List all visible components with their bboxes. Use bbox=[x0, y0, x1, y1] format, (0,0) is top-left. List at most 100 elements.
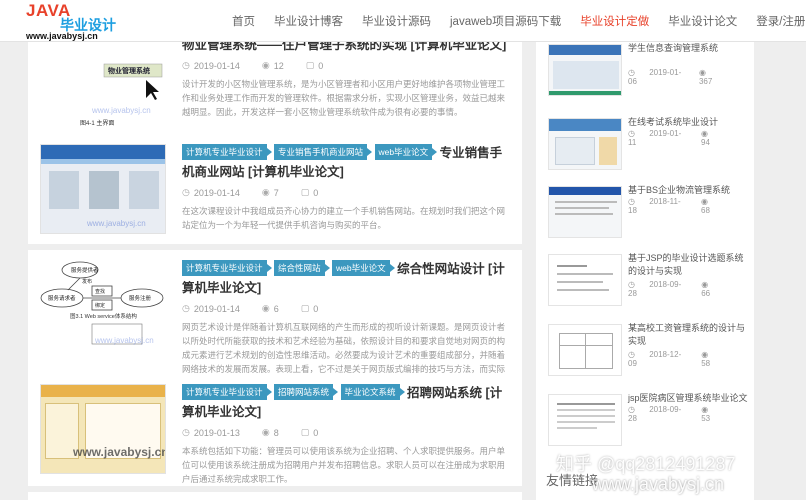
eye-icon: ◉ bbox=[701, 280, 709, 289]
sidebar-item-meta: ◷ 2018-09-28 ◉ 66 bbox=[628, 280, 748, 298]
article-thumbnail[interactable]: 服务提供者 服务请求者 服务注册 查找 绑定 发布 图3.1 Web servi… bbox=[40, 260, 166, 350]
site-logo[interactable]: JAVA 毕业设计 www.javabysj.cn bbox=[26, 1, 146, 41]
thumb-site-header bbox=[41, 385, 165, 397]
article-excerpt: 设计开发的小区物业管理系统，是为小区管理者和小区用户更好地维护各项物业管理工作和… bbox=[182, 79, 506, 117]
article-title-row: 计算机专业毕业设计 专业销售手机商业网站 web毕业论文 专业销售手机商业网站 … bbox=[182, 144, 510, 182]
article-views: 12 bbox=[273, 60, 284, 71]
sidebar-thumbnail bbox=[548, 186, 622, 238]
clock-icon: ◷ bbox=[182, 427, 190, 437]
article-comments: 0 bbox=[313, 303, 319, 314]
sidebar-item-title[interactable]: 基于BS企业物流管理系统 bbox=[628, 184, 752, 197]
sidebar-item-title[interactable]: 某高校工资管理系统的设计与实现 bbox=[628, 322, 752, 348]
diagram-label: 发布 bbox=[82, 279, 93, 285]
article-date: 2019-01-14 bbox=[193, 60, 240, 71]
article-meta: ◷ 2019-01-14 ◉ 7 ▢ 0 bbox=[182, 187, 510, 198]
clock-icon: ◷ bbox=[628, 350, 638, 359]
diagram-label: 服务请求者 bbox=[48, 296, 76, 302]
sidebar-item[interactable]: 在线考试系统毕业设计 ◷ 2019-01-11 ◉ 94 bbox=[548, 114, 748, 176]
article-tag[interactable]: 毕业论文系统 bbox=[340, 384, 405, 400]
sidebar-item-meta: ◷ 2018-11-18 ◉ 68 bbox=[628, 197, 748, 215]
sidebar-item-views: 66 bbox=[701, 289, 711, 298]
eye-icon: ◉ bbox=[701, 350, 709, 359]
article-tag[interactable]: 计算机专业毕业设计 bbox=[182, 260, 272, 276]
thumb-caption: 图3.1 Web service体系结构 bbox=[70, 314, 137, 320]
sidebar-popular: 学生信息查询管理系统 ◷ 2019-01-06 ◉ 367 在线考试系统毕业设计… bbox=[536, 30, 754, 500]
article-thumbnail[interactable]: www.javabysj.cn bbox=[40, 144, 166, 234]
clock-icon: ◷ bbox=[628, 197, 638, 206]
article-tag[interactable]: 计算机专业毕业设计 bbox=[182, 384, 272, 400]
comment-icon: ▢ bbox=[300, 187, 310, 197]
article-date: 2019-01-14 bbox=[193, 187, 240, 198]
eye-icon: ◉ bbox=[698, 68, 706, 77]
article-comments: 0 bbox=[318, 60, 324, 71]
sidebar-item[interactable]: jsp医院病区管理系统毕业论文 ◷ 2018-09-28 ◉ 53 bbox=[548, 390, 748, 452]
sidebar-item-views: 68 bbox=[701, 206, 710, 215]
sidebar-item[interactable]: 某高校工资管理系统的设计与实现 ◷ 2018-12-09 ◉ 58 bbox=[548, 320, 748, 382]
article-body: 计算机专业毕业设计 专业销售手机商业网站 web毕业论文 专业销售手机商业网站 … bbox=[182, 144, 510, 232]
eye-icon: ◉ bbox=[701, 197, 709, 206]
sidebar-item-meta: ◷ 2019-01-11 ◉ 94 bbox=[628, 129, 748, 147]
article-card-next bbox=[28, 492, 522, 500]
thumb-product-c bbox=[129, 171, 159, 209]
article-tag[interactable]: web毕业论文 bbox=[374, 144, 437, 160]
sidebar-item-title[interactable]: 基于JSP的毕业设计选题系统的设计与实现 bbox=[628, 252, 752, 278]
nav-javaweb-download[interactable]: javaweb项目源码下载 bbox=[450, 13, 561, 29]
article-date: 2019-01-14 bbox=[193, 303, 240, 314]
clock-icon: ◷ bbox=[628, 280, 638, 289]
sidebar-thumbnail bbox=[548, 394, 622, 446]
sidebar-thumbnail bbox=[548, 118, 622, 170]
nav-home[interactable]: 首页 bbox=[232, 13, 255, 29]
article-date: 2019-01-13 bbox=[193, 427, 240, 438]
nav-source[interactable]: 毕业设计源码 bbox=[362, 13, 431, 29]
article-title-row: 计算机专业毕业设计 招聘网站系统 毕业论文系统 招聘网站系统 [计算机毕业论文] bbox=[182, 384, 510, 422]
article-views: 8 bbox=[273, 427, 279, 438]
sidebar-item[interactable]: 基于JSP的毕业设计选题系统的设计与实现 ◷ 2018-09-28 ◉ 66 bbox=[548, 250, 748, 312]
nav-login-register[interactable]: 登录/注册 bbox=[756, 13, 805, 29]
article-views: 6 bbox=[273, 303, 279, 314]
thumb-site-header bbox=[41, 145, 165, 159]
article-body: 计算机专业毕业设计 综合性网站 web毕业论文 综合性网站设计 [计算机毕业论文… bbox=[182, 260, 510, 390]
clock-icon: ◷ bbox=[628, 405, 638, 414]
article-body: 计算机专业毕业设计 招聘网站系统 毕业论文系统 招聘网站系统 [计算机毕业论文]… bbox=[182, 384, 510, 486]
article-tag[interactable]: 专业销售手机商业网站 bbox=[274, 144, 373, 160]
sidebar-item-title[interactable]: 在线考试系统毕业设计 bbox=[628, 116, 752, 129]
article-tag[interactable]: 招聘网站系统 bbox=[274, 384, 339, 400]
thumb-watermark: www.javabysj.cn bbox=[87, 219, 146, 228]
clock-icon: ◷ bbox=[182, 187, 190, 197]
eye-icon: ◉ bbox=[261, 427, 270, 437]
article-views: 7 bbox=[273, 187, 279, 198]
comment-icon: ▢ bbox=[300, 427, 310, 437]
diagram-label: 服务注册 bbox=[129, 296, 152, 302]
clock-icon: ◷ bbox=[628, 68, 638, 77]
nav-custom-design[interactable]: 毕业设计定做 bbox=[580, 13, 649, 29]
article-thumbnail[interactable]: www.javabysj.cn bbox=[40, 384, 166, 474]
eye-icon: ◉ bbox=[261, 187, 270, 197]
sidebar-item-meta: ◷ 2018-12-09 ◉ 58 bbox=[628, 350, 748, 368]
sidebar-item-title[interactable]: 学生信息查询管理系统 bbox=[628, 42, 752, 55]
nav-blog[interactable]: 毕业设计博客 bbox=[274, 13, 343, 29]
sidebar-item[interactable]: 学生信息查询管理系统 ◷ 2019-01-06 ◉ 367 bbox=[548, 40, 748, 102]
sidebar-item-meta: ◷ 2018-09-28 ◉ 53 bbox=[628, 405, 748, 423]
sidebar-thumbnail bbox=[548, 324, 622, 376]
comment-icon: ▢ bbox=[300, 303, 310, 313]
article-meta: ◷ 2019-01-14 ◉ 12 ▢ 0 bbox=[182, 60, 510, 71]
sidebar-item-views: 94 bbox=[701, 138, 710, 147]
site-header: JAVA 毕业设计 www.javabysj.cn 首页 毕业设计博客 毕业设计… bbox=[0, 0, 806, 42]
sidebar-thumbnail bbox=[548, 254, 622, 306]
article-card: 服务提供者 服务请求者 服务注册 查找 绑定 发布 图3.1 Web servi… bbox=[28, 250, 522, 388]
clock-icon: ◷ bbox=[182, 303, 190, 313]
article-tag[interactable]: 综合性网站 bbox=[274, 260, 329, 276]
thumb-product-a bbox=[49, 171, 79, 209]
article-tag[interactable]: 计算机专业毕业设计 bbox=[182, 144, 272, 160]
article-body: 物业管理系统——住户管理子系统的实现 [计算机毕业论文] ◷ 2019-01-14… bbox=[182, 36, 510, 119]
diagram-label: 服务提供者 bbox=[71, 268, 99, 274]
article-card: www.javabysj.cn 计算机专业毕业设计 专业销售手机商业网站 web… bbox=[28, 134, 522, 244]
article-tag[interactable]: web毕业论文 bbox=[332, 260, 395, 276]
article-comments: 0 bbox=[313, 187, 319, 198]
sidebar-item-views: 53 bbox=[701, 414, 711, 423]
nav-thesis[interactable]: 毕业设计论文 bbox=[668, 13, 737, 29]
sidebar-item[interactable]: 基于BS企业物流管理系统 ◷ 2018-11-18 ◉ 68 bbox=[548, 182, 748, 244]
sidebar-item-title[interactable]: jsp医院病区管理系统毕业论文 bbox=[628, 392, 752, 405]
article-thumbnail[interactable]: 物业管理系统 图4-1 主界面 www.javabysj.cn bbox=[40, 42, 166, 132]
eye-icon: ◉ bbox=[701, 405, 709, 414]
